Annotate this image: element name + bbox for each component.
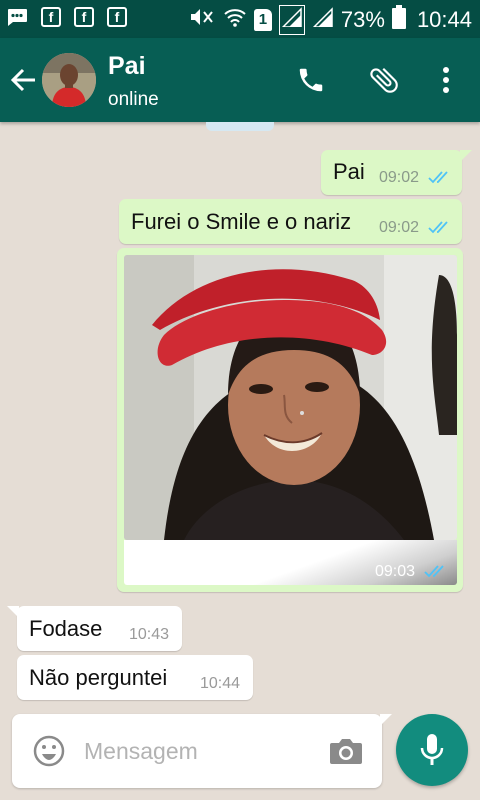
double-check-icon [424, 565, 444, 578]
chat-header: Pai online [0, 38, 480, 122]
more-vert-icon[interactable] [426, 60, 466, 100]
message-bubble-outgoing[interactable]: Pai 09:02 [321, 150, 472, 195]
message-text: Furei o Smile e o nariz [131, 209, 352, 234]
contact-status: online [108, 89, 159, 110]
mic-icon [420, 734, 444, 765]
sim1-icon: 1 [253, 9, 272, 31]
battery-icon [391, 5, 406, 35]
mic-button[interactable] [396, 714, 468, 786]
message-text: Fodase [29, 616, 103, 641]
chat-area[interactable]: Pai 09:02 Furei o Smile e o nariz 09:02 [0, 122, 480, 712]
phone-icon[interactable] [291, 60, 331, 100]
message-time: 09:02 [379, 219, 420, 236]
status-bar: f f f 1 73% 10:44 [0, 0, 480, 38]
message-time: 09:03 [375, 563, 416, 580]
message-bubble-outgoing[interactable]: Furei o Smile e o nariz 09:02 [119, 199, 462, 244]
message-time: 10:44 [200, 675, 241, 692]
image-message-outgoing[interactable]: 09:03 [117, 248, 463, 592]
message-icon [6, 7, 28, 27]
facebook-icon: f [74, 7, 94, 27]
wifi-icon [223, 6, 247, 34]
facebook-icon: f [107, 7, 127, 27]
clock: 10:44 [416, 7, 472, 32]
message-bubble-incoming[interactable]: Não perguntei 10:44 [17, 655, 253, 700]
signal-icon [278, 5, 305, 35]
message-bubble-incoming[interactable]: Fodase 10:43 [7, 606, 182, 651]
signal-icon [312, 7, 334, 33]
double-check-icon [428, 171, 448, 184]
message-time: 09:02 [379, 169, 420, 186]
photo-thumbnail[interactable] [124, 255, 457, 540]
contact-name[interactable]: Pai [108, 52, 146, 81]
camera-icon[interactable] [328, 734, 364, 768]
double-check-icon [428, 221, 448, 234]
battery-percent: 73% [340, 7, 385, 32]
facebook-icon: f [41, 7, 61, 27]
message-text: Não perguntei [29, 665, 168, 690]
composer [12, 714, 392, 788]
message-text: Pai [333, 159, 365, 184]
message-time: 10:43 [129, 626, 170, 643]
avatar[interactable] [42, 53, 96, 107]
emoji-icon[interactable] [32, 734, 66, 768]
mute-icon [188, 6, 216, 34]
paperclip-icon[interactable] [364, 60, 404, 100]
date-chip [206, 122, 274, 131]
message-input[interactable] [84, 728, 314, 774]
back-arrow-icon[interactable] [8, 64, 40, 96]
